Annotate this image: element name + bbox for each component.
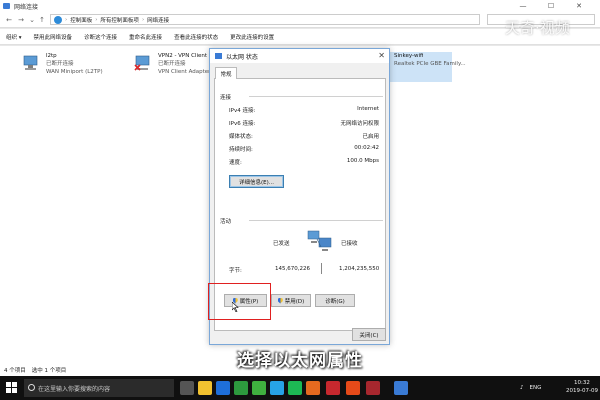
row-ipv4: IPv4 连接: Internet xyxy=(229,106,379,114)
app-icon[interactable] xyxy=(234,381,248,395)
close-button[interactable]: ✕ xyxy=(568,0,590,12)
connection-item-l2tp[interactable]: l2tp 已断开连接 WAN Miniport (L2TP) xyxy=(22,52,122,82)
bytes-received-value: 1,204,235,550 xyxy=(339,266,380,272)
breadcrumb-network-connections[interactable]: 网络连接 xyxy=(147,16,169,24)
word-icon[interactable] xyxy=(216,381,230,395)
row-speed: 速度: 100.0 Mbps xyxy=(229,158,379,166)
control-panel-icon xyxy=(54,16,62,24)
close-dialog-button[interactable]: 关闭(C) xyxy=(352,328,386,341)
rename-connection-button[interactable]: 重命名此连接 xyxy=(123,33,168,41)
dialog-close-icon[interactable]: ✕ xyxy=(378,51,385,60)
address-bar[interactable]: › 控制面板 › 所有控制面板项 › 网络连接 xyxy=(50,14,480,25)
app-icon-6[interactable] xyxy=(366,381,380,395)
clock[interactable]: 10:32 2019-07-09 xyxy=(566,379,598,395)
sent-label: 已发送 xyxy=(273,241,290,247)
volume-icon[interactable]: ♪ xyxy=(520,385,524,391)
app-icon-3[interactable] xyxy=(306,381,320,395)
divider xyxy=(321,263,322,274)
recent-chevron-icon[interactable]: ⌄ xyxy=(27,14,37,25)
up-arrow-icon[interactable]: ↑ xyxy=(37,14,47,25)
dialog-title: 以太网 状态 xyxy=(226,53,258,61)
mouse-cursor-icon xyxy=(232,302,239,312)
bytes-label: 字节: xyxy=(229,268,242,274)
diagnose-button[interactable]: 诊断(G) xyxy=(315,294,355,307)
network-connections-taskbar-icon[interactable] xyxy=(394,381,408,395)
app-icon-2[interactable] xyxy=(288,381,302,395)
windows-start-icon[interactable] xyxy=(6,382,17,393)
system-tray: ♪ ENG xyxy=(520,376,541,400)
diagnose-connection-button[interactable]: 诊断这个连接 xyxy=(78,33,123,41)
vpn-adapter-icon xyxy=(134,55,150,71)
change-settings-button[interactable]: 更改此连接的设置 xyxy=(224,33,280,41)
details-button[interactable]: 详细信息(E)... xyxy=(229,175,284,188)
received-label: 已接收 xyxy=(341,241,358,247)
divider xyxy=(249,96,383,97)
minimize-button[interactable]: — xyxy=(512,0,534,12)
bytes-sent-value: 145,670,226 xyxy=(275,266,310,272)
taskbar-search-input[interactable]: 在这里输入你要搜索的内容 xyxy=(24,379,174,397)
divider xyxy=(249,220,383,221)
video-caption: 选择以太网属性 xyxy=(237,351,363,371)
row-ipv6: IPv6 连接: 无网络访问权限 xyxy=(229,121,379,127)
connection-device: WAN Miniport (L2TP) xyxy=(46,69,103,75)
activity-section-label: 活动 xyxy=(220,219,232,225)
network-icon xyxy=(215,53,222,59)
connection-status: 已断开连接 xyxy=(46,61,74,67)
disable-button[interactable]: 禁用(D) xyxy=(271,294,311,307)
clock-time: 10:32 xyxy=(574,380,590,386)
app-icon-4[interactable] xyxy=(326,381,340,395)
breadcrumb-all-items[interactable]: 所有控制面板项 xyxy=(100,16,139,24)
connection-device: VPN Client Adapter xyxy=(158,69,211,75)
row-media-state: 媒体状态: 已启用 xyxy=(229,134,379,140)
view-status-button[interactable]: 查看此连接的状态 xyxy=(168,33,224,41)
app-icon-5[interactable] xyxy=(346,381,360,395)
dialog-title-bar: 以太网 状态 ✕ xyxy=(210,49,389,63)
language-indicator[interactable]: ENG xyxy=(530,385,542,391)
connection-device: Realtek PCIe GBE Family... xyxy=(394,61,466,67)
browser-icon[interactable] xyxy=(270,381,284,395)
network-activity-icon xyxy=(307,230,332,251)
forward-arrow-icon[interactable]: → xyxy=(16,14,26,25)
breadcrumb-control-panel[interactable]: 控制面板 xyxy=(70,16,92,24)
network-folder-icon xyxy=(3,3,10,9)
connection-section-label: 连接 xyxy=(220,95,232,101)
network-adapter-icon xyxy=(23,55,38,70)
shield-icon xyxy=(277,297,283,304)
connection-item-ethernet[interactable]: Sinkey-wifi Realtek PCIe GBE Family... xyxy=(390,52,466,82)
wechat-icon[interactable] xyxy=(252,381,266,395)
file-explorer-icon[interactable] xyxy=(198,381,212,395)
title-bar: 网络连接 — ☐ ✕ xyxy=(0,0,600,12)
cortana-icon xyxy=(28,384,35,391)
disable-device-button[interactable]: 禁用此网络设备 xyxy=(28,33,79,41)
tab-general[interactable]: 常规 xyxy=(215,67,237,79)
connection-status: 已断开连接 xyxy=(158,61,186,67)
task-view-icon[interactable] xyxy=(180,381,194,395)
watermark: 天奇·视频 xyxy=(505,19,570,37)
connection-name: VPN2 - VPN Client xyxy=(158,53,208,59)
maximize-button[interactable]: ☐ xyxy=(540,0,562,12)
connection-item-vpn2[interactable]: VPN2 - VPN Client 已断开连接 VPN Client Adapt… xyxy=(134,52,214,82)
window-title: 网络连接 xyxy=(14,3,39,11)
back-arrow-icon[interactable]: ← xyxy=(4,14,14,25)
connection-name: l2tp xyxy=(46,53,57,59)
taskbar: 在这里输入你要搜索的内容 ♪ ENG 10:32 2019-07-09 xyxy=(0,376,600,400)
connection-name: Sinkey-wifi xyxy=(394,53,424,59)
dialog-tabs: 常规 xyxy=(214,67,386,79)
row-duration: 持续时间: 00:02:42 xyxy=(229,145,379,153)
organize-menu[interactable]: 组织 ▾ xyxy=(0,33,28,41)
clock-date: 2019-07-09 xyxy=(566,388,598,394)
